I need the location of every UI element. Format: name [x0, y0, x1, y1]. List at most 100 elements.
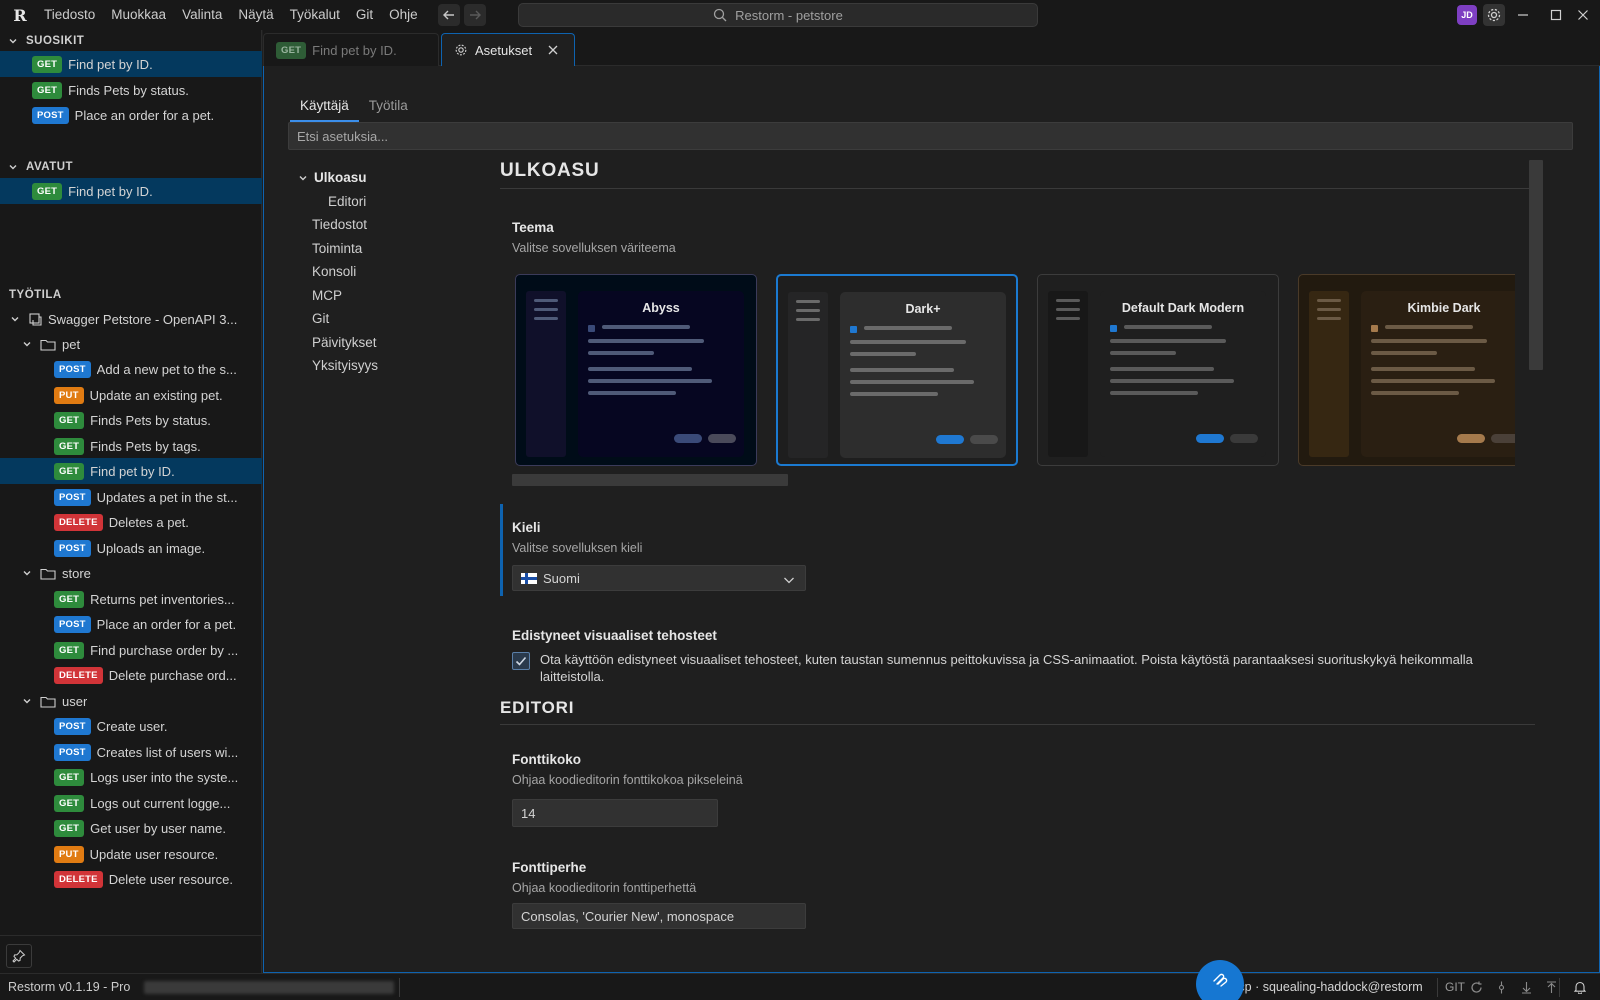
- status-separator: [1559, 978, 1560, 997]
- theme-card[interactable]: Abyss: [515, 274, 757, 466]
- favorite-item[interactable]: POST Place an order for a pet.: [0, 102, 262, 128]
- request-item[interactable]: POST Updates a pet in the st...: [0, 484, 262, 510]
- collection-item[interactable]: Swagger Petstore - OpenAPI 3...: [0, 306, 262, 332]
- command-search[interactable]: Restorm - petstore: [518, 3, 1038, 27]
- method-badge: GET: [54, 462, 85, 480]
- method-badge: POST: [54, 743, 91, 761]
- request-item[interactable]: POST Creates list of users wi...: [0, 739, 262, 765]
- favorites-header[interactable]: SUOSIKIT: [0, 30, 262, 52]
- theme-scrollbar[interactable]: [512, 474, 788, 486]
- favorite-item[interactable]: GET Finds Pets by status.: [0, 77, 262, 103]
- open-item[interactable]: GET Find pet by ID.: [0, 178, 262, 204]
- toc-appearance[interactable]: Ulkoasu: [290, 166, 470, 190]
- request-item[interactable]: DELETE Delete purchase ord...: [0, 662, 262, 688]
- chevron-down-icon: [8, 314, 22, 324]
- bell-icon[interactable]: [1572, 979, 1588, 995]
- font-size-input[interactable]: [512, 799, 718, 827]
- settings-scrollbar[interactable]: [1529, 160, 1543, 370]
- toc-files[interactable]: Tiedostot: [290, 213, 470, 237]
- open-header[interactable]: AVATUT: [0, 156, 262, 178]
- toc-editor[interactable]: Editori: [290, 190, 470, 214]
- tab-request[interactable]: GET Find pet by ID.: [263, 33, 439, 66]
- toc-console[interactable]: Konsoli: [290, 260, 470, 284]
- sidebar-divider: [0, 935, 262, 936]
- theme-card[interactable]: Kimbie Dark: [1298, 274, 1515, 466]
- tab-workspace-settings[interactable]: Työtila: [359, 92, 418, 122]
- request-item[interactable]: DELETE Deletes a pet.: [0, 509, 262, 535]
- effects-checkbox[interactable]: [512, 652, 530, 670]
- request-item[interactable]: PUT Update user resource.: [0, 841, 262, 867]
- request-item[interactable]: POST Create user.: [0, 713, 262, 739]
- setting-font-family-desc: Ohjaa koodieditorin fonttiperhettä: [512, 881, 697, 895]
- menu-selection[interactable]: Valinta: [174, 0, 230, 30]
- refresh-icon[interactable]: [1468, 979, 1484, 995]
- mcp-status[interactable]: mcp · squealing-haddock@restorm: [1228, 980, 1423, 994]
- theme-card[interactable]: Default Dark Modern: [1037, 274, 1279, 466]
- request-item[interactable]: POST Place an order for a pet.: [0, 611, 262, 637]
- settings-search-input[interactable]: [288, 122, 1573, 150]
- favorite-item[interactable]: GET Find pet by ID.: [0, 51, 262, 77]
- request-item[interactable]: GET Finds Pets by tags.: [0, 433, 262, 459]
- menu-git[interactable]: Git: [348, 0, 381, 30]
- folder-store[interactable]: store: [0, 560, 262, 586]
- avatar[interactable]: JD: [1457, 5, 1477, 25]
- menu-tools[interactable]: Työkalut: [282, 0, 348, 30]
- request-label: Update an existing pet.: [89, 387, 223, 403]
- request-item[interactable]: PUT Update an existing pet.: [0, 382, 262, 408]
- menu-file[interactable]: Tiedosto: [36, 0, 103, 30]
- folder-icon: [40, 338, 56, 351]
- tab-settings[interactable]: Asetukset: [441, 33, 575, 66]
- toc-privacy[interactable]: Yksityisyys: [290, 354, 470, 378]
- chevron-down-icon: [20, 696, 34, 706]
- toc-behavior[interactable]: Toiminta: [290, 237, 470, 261]
- setting-language: Kieli Valitse sovelluksen kieli Suomi: [512, 520, 806, 591]
- request-item[interactable]: GET Find purchase order by ...: [0, 637, 262, 663]
- toc-git[interactable]: Git: [290, 307, 470, 331]
- request-item[interactable]: POST Add a new pet to the s...: [0, 356, 262, 382]
- menu-help[interactable]: Ohje: [381, 0, 426, 30]
- request-item[interactable]: GET Returns pet inventories...: [0, 586, 262, 612]
- method-badge: POST: [54, 539, 91, 557]
- request-item[interactable]: DELETE Delete user resource.: [0, 866, 262, 892]
- request-item[interactable]: GET Finds Pets by status.: [0, 407, 262, 433]
- toc-updates[interactable]: Päivitykset: [290, 331, 470, 355]
- pull-icon[interactable]: [1518, 979, 1534, 995]
- menu-edit[interactable]: Muokkaa: [103, 0, 174, 30]
- method-badge: GET: [276, 41, 307, 59]
- git-commit-icon[interactable]: [1493, 979, 1509, 995]
- toc-mcp[interactable]: MCP: [290, 284, 470, 308]
- font-family-input[interactable]: [512, 903, 806, 929]
- request-item[interactable]: POST Uploads an image.: [0, 535, 262, 561]
- request-item[interactable]: GET Find pet by ID.: [0, 458, 262, 484]
- mcp-icon: [1213, 973, 1228, 987]
- mcp-fab-button[interactable]: [1196, 960, 1244, 1000]
- method-badge: DELETE: [54, 513, 103, 531]
- folder-user[interactable]: user: [0, 688, 262, 714]
- language-select[interactable]: Suomi: [512, 565, 806, 591]
- forward-arrow-icon[interactable]: [463, 4, 486, 26]
- redacted-path: [144, 981, 394, 994]
- section-title-editor: EDITORI: [500, 698, 1535, 725]
- request-item[interactable]: GET Logs user into the syste...: [0, 764, 262, 790]
- favorite-label: Find pet by ID.: [68, 56, 153, 72]
- method-badge: DELETE: [54, 870, 103, 888]
- minimize-icon[interactable]: [1506, 0, 1540, 30]
- title-bar: R Tiedosto Muokkaa Valinta Näytä Työkalu…: [0, 0, 1600, 30]
- method-badge: PUT: [54, 845, 84, 863]
- back-arrow-icon[interactable]: [437, 4, 460, 26]
- request-item[interactable]: GET Logs out current logge...: [0, 790, 262, 816]
- gear-icon[interactable]: [1483, 4, 1505, 26]
- request-item[interactable]: GET Get user by user name.: [0, 815, 262, 841]
- method-badge: POST: [32, 106, 69, 124]
- theme-card[interactable]: Dark+: [776, 274, 1018, 466]
- tab-user-settings[interactable]: Käyttäjä: [290, 92, 359, 122]
- git-label: GIT: [1445, 980, 1465, 994]
- pin-icon[interactable]: [6, 944, 32, 968]
- close-window-icon[interactable]: [1566, 0, 1600, 30]
- settings-toc: Ulkoasu Editori Tiedostot Toiminta Konso…: [290, 166, 470, 378]
- workspace-header[interactable]: TYÖTILA: [0, 284, 262, 306]
- push-icon[interactable]: [1543, 979, 1559, 995]
- menu-view[interactable]: Näytä: [230, 0, 281, 30]
- close-icon[interactable]: [548, 45, 558, 55]
- folder-pet[interactable]: pet: [0, 331, 262, 357]
